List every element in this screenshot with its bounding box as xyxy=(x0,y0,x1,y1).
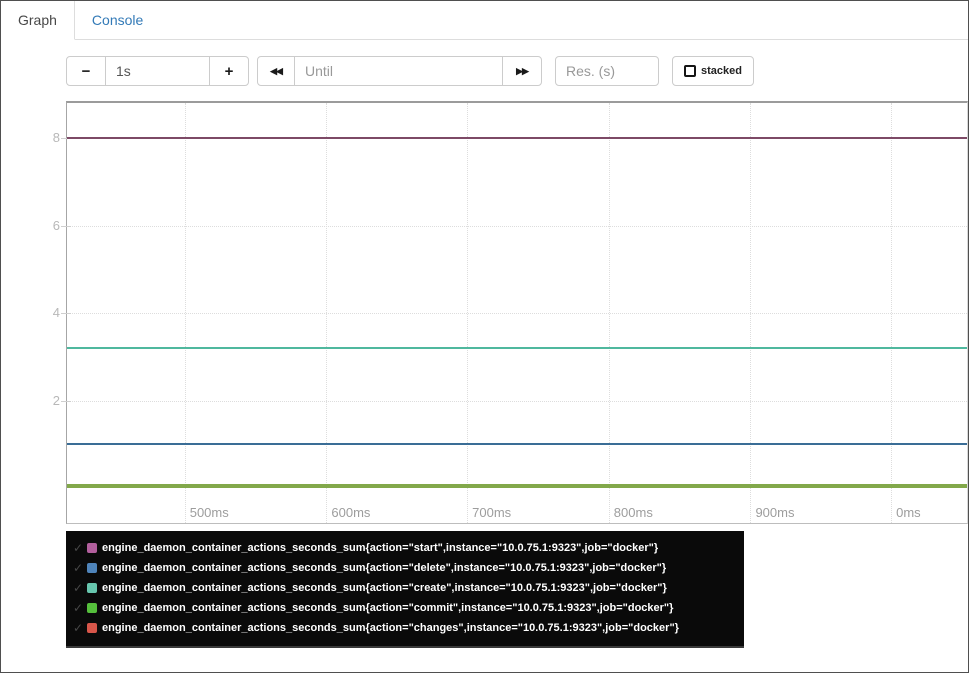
legend-row-create[interactable]: ✓ engine_daemon_container_actions_seconds… xyxy=(66,578,744,598)
x-tick-label: 700ms xyxy=(472,505,512,520)
legend-row-changes[interactable]: ✓ engine_daemon_container_actions_seconds… xyxy=(66,618,744,638)
stacked-toggle-button[interactable]: stacked xyxy=(672,56,754,86)
series-label: engine_daemon_container_actions_seconds_… xyxy=(102,542,659,554)
check-icon: ✓ xyxy=(72,621,84,635)
x-tick-label: 0ms xyxy=(896,505,921,520)
series-swatch xyxy=(87,543,97,553)
x-gridline xyxy=(891,103,893,523)
plus-icon: + xyxy=(224,62,234,80)
check-icon: ✓ xyxy=(72,601,84,615)
series-line-start xyxy=(67,137,967,139)
y-tick-label: 8 xyxy=(52,130,60,145)
range-increase-button[interactable]: + xyxy=(209,56,249,86)
until-input[interactable] xyxy=(294,56,503,86)
y-tick-mark xyxy=(61,400,71,402)
x-tick-label: 800ms xyxy=(613,505,653,520)
rewind-icon: ◀◀ xyxy=(270,65,283,76)
minus-icon: − xyxy=(81,62,91,80)
series-swatch xyxy=(87,583,97,593)
series-label: engine_daemon_container_actions_seconds_… xyxy=(102,582,667,594)
range-decrease-button[interactable]: − xyxy=(66,56,106,86)
tab-graph[interactable]: Graph xyxy=(1,1,75,40)
series-swatch xyxy=(87,603,97,613)
check-icon: ✓ xyxy=(72,561,84,575)
legend-row-start[interactable]: ✓ engine_daemon_container_actions_seconds… xyxy=(66,538,744,558)
x-gridline xyxy=(184,103,186,523)
y-tick-label: 6 xyxy=(52,217,60,233)
x-gridline xyxy=(467,103,469,523)
check-icon: ✓ xyxy=(72,581,84,595)
resolution-input[interactable] xyxy=(555,56,659,86)
tab-console[interactable]: Console xyxy=(75,1,160,39)
range-input[interactable] xyxy=(105,56,210,86)
series-label: engine_daemon_container_actions_seconds_… xyxy=(102,622,679,634)
series-label: engine_daemon_container_actions_seconds_… xyxy=(102,602,674,614)
graph-toolbar: − + ◀◀ ▶▶ stacked xyxy=(66,56,754,86)
x-tick-label: 600ms xyxy=(331,505,371,520)
series-legend: ✓ engine_daemon_container_actions_seconds… xyxy=(66,531,744,648)
prometheus-graph-page: Graph Console − + ◀◀ ▶▶ stacked xyxy=(0,0,969,673)
y-gridline xyxy=(67,400,967,402)
x-gridline xyxy=(750,103,752,523)
plot-area[interactable]: 8 6 4 2 500ms 600ms 700ms 800ms 900ms 0ms xyxy=(53,103,967,523)
series-swatch xyxy=(87,563,97,573)
time-forward-button[interactable]: ▶▶ xyxy=(502,56,542,86)
tab-bar: Graph Console xyxy=(1,1,968,40)
x-gridline xyxy=(326,103,328,523)
x-tick-label: 900ms xyxy=(755,505,795,520)
until-input-group: ◀◀ ▶▶ xyxy=(257,56,542,86)
stacked-label: stacked xyxy=(701,65,742,77)
series-line-commit xyxy=(67,483,967,488)
y-tick-mark xyxy=(61,225,71,227)
x-gridline xyxy=(608,103,610,523)
series-line-create xyxy=(67,347,967,349)
y-tick-mark xyxy=(61,313,71,314)
legend-row-delete[interactable]: ✓ engine_daemon_container_actions_seconds… xyxy=(66,558,744,578)
y-tick-label: 2 xyxy=(52,392,60,408)
series-swatch xyxy=(87,623,97,633)
x-tick-label: 500ms xyxy=(189,505,229,520)
range-input-group: − + xyxy=(66,56,249,86)
legend-row-commit[interactable]: ✓ engine_daemon_container_actions_seconds… xyxy=(66,598,744,618)
y-tick-label: 4 xyxy=(52,305,60,320)
series-line-delete xyxy=(67,443,967,446)
y-gridline xyxy=(67,225,967,227)
check-icon: ✓ xyxy=(72,541,84,555)
checkbox-icon xyxy=(684,65,696,77)
graph-chart: 8 6 4 2 500ms 600ms 700ms 800ms 900ms 0ms xyxy=(53,101,968,524)
fast-forward-icon: ▶▶ xyxy=(516,65,529,76)
series-label: engine_daemon_container_actions_seconds_… xyxy=(102,562,667,574)
y-gridline xyxy=(67,313,967,314)
time-back-button[interactable]: ◀◀ xyxy=(257,56,295,86)
